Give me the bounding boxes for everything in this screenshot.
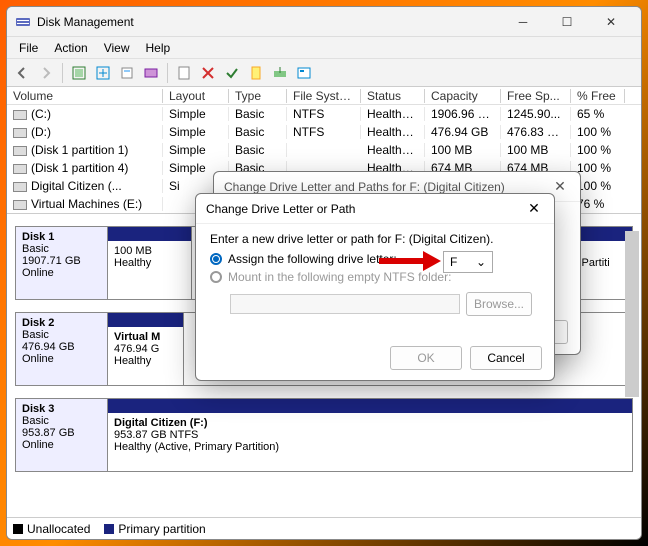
- tb-delete-icon[interactable]: [197, 62, 219, 84]
- tb-icon-8[interactable]: [293, 62, 315, 84]
- app-icon: [15, 14, 31, 30]
- drive-icon: [13, 128, 27, 138]
- table-row[interactable]: (D:)SimpleBasicNTFSHealthy (B...476.94 G…: [7, 123, 641, 141]
- disk-management-window: Disk Management ─ ☐ ✕ File Action View H…: [6, 6, 642, 540]
- col-status[interactable]: Status: [361, 89, 425, 103]
- window-title: Disk Management: [37, 15, 501, 29]
- minimize-button[interactable]: ─: [501, 7, 545, 37]
- tb-icon-4[interactable]: [140, 62, 162, 84]
- col-layout[interactable]: Layout: [163, 89, 229, 103]
- col-type[interactable]: Type: [229, 89, 287, 103]
- folder-path-input: [230, 294, 460, 314]
- disk-row-3[interactable]: Disk 3 Basic 953.87 GB Online Digital Ci…: [15, 398, 633, 472]
- col-freespace[interactable]: Free Sp...: [501, 89, 571, 103]
- table-row[interactable]: (C:)SimpleBasicNTFSHealthy (B...1906.96 …: [7, 105, 641, 123]
- close-button[interactable]: ✕: [589, 7, 633, 37]
- browse-button: Browse...: [466, 292, 532, 316]
- col-volume[interactable]: Volume: [7, 89, 163, 103]
- drive-letter-select[interactable]: F ⌄: [443, 251, 493, 273]
- titlebar: Disk Management ─ ☐ ✕: [7, 7, 641, 37]
- chevron-down-icon: ⌄: [476, 255, 486, 269]
- disk-label-3: Disk 3 Basic 953.87 GB Online: [16, 399, 108, 471]
- menu-help[interactable]: Help: [138, 39, 179, 57]
- forward-button[interactable]: [35, 62, 57, 84]
- tb-icon-3[interactable]: [116, 62, 138, 84]
- disk-label-1: Disk 1 Basic 1907.71 GB Online: [16, 227, 108, 299]
- drive-icon: [13, 200, 27, 210]
- tb-icon-7[interactable]: [269, 62, 291, 84]
- partition[interactable]: Virtual M 476.94 G Healthy: [108, 313, 184, 385]
- drive-icon: [13, 110, 27, 120]
- tb-icon-2[interactable]: [92, 62, 114, 84]
- dialog-title: Change Drive Letter and Paths for F: (Di…: [224, 180, 550, 194]
- maximize-button[interactable]: ☐: [545, 7, 589, 37]
- col-pctfree[interactable]: % Free: [571, 89, 625, 103]
- tb-icon-5[interactable]: [173, 62, 195, 84]
- dialog-instruction: Enter a new drive letter or path for F: …: [210, 232, 540, 246]
- toolbar: [7, 59, 641, 87]
- back-button[interactable]: [11, 62, 33, 84]
- col-fs[interactable]: File System: [287, 89, 361, 103]
- col-capacity[interactable]: Capacity: [425, 89, 501, 103]
- menu-file[interactable]: File: [11, 39, 46, 57]
- legend: Unallocated Primary partition: [7, 517, 641, 539]
- scrollbar[interactable]: [625, 231, 639, 397]
- drive-icon: [13, 146, 27, 156]
- tb-check-icon[interactable]: [221, 62, 243, 84]
- radio-icon: [210, 271, 222, 283]
- menubar: File Action View Help: [7, 37, 641, 59]
- annotation-arrow: [377, 247, 443, 278]
- drive-icon: [13, 164, 27, 174]
- dialog-change-letter: Change Drive Letter or Path ✕ Enter a ne…: [195, 193, 555, 381]
- tb-icon-1[interactable]: [68, 62, 90, 84]
- dialog-title: Change Drive Letter or Path: [206, 202, 524, 216]
- table-header: Volume Layout Type File System Status Ca…: [7, 87, 641, 105]
- menu-view[interactable]: View: [96, 39, 138, 57]
- drive-icon: [13, 182, 27, 192]
- close-icon[interactable]: ✕: [524, 199, 544, 219]
- tb-icon-6[interactable]: [245, 62, 267, 84]
- menu-action[interactable]: Action: [46, 39, 95, 57]
- partition[interactable]: 100 MB Healthy: [108, 227, 192, 299]
- partition[interactable]: Digital Citizen (F:) 953.87 GB NTFS Heal…: [108, 399, 632, 471]
- disk-label-2: Disk 2 Basic 476.94 GB Online: [16, 313, 108, 385]
- ok-button[interactable]: OK: [390, 346, 462, 370]
- table-row[interactable]: (Disk 1 partition 1)SimpleBasicHealthy (…: [7, 141, 641, 159]
- cancel-button[interactable]: Cancel: [470, 346, 542, 370]
- radio-icon: [210, 253, 222, 265]
